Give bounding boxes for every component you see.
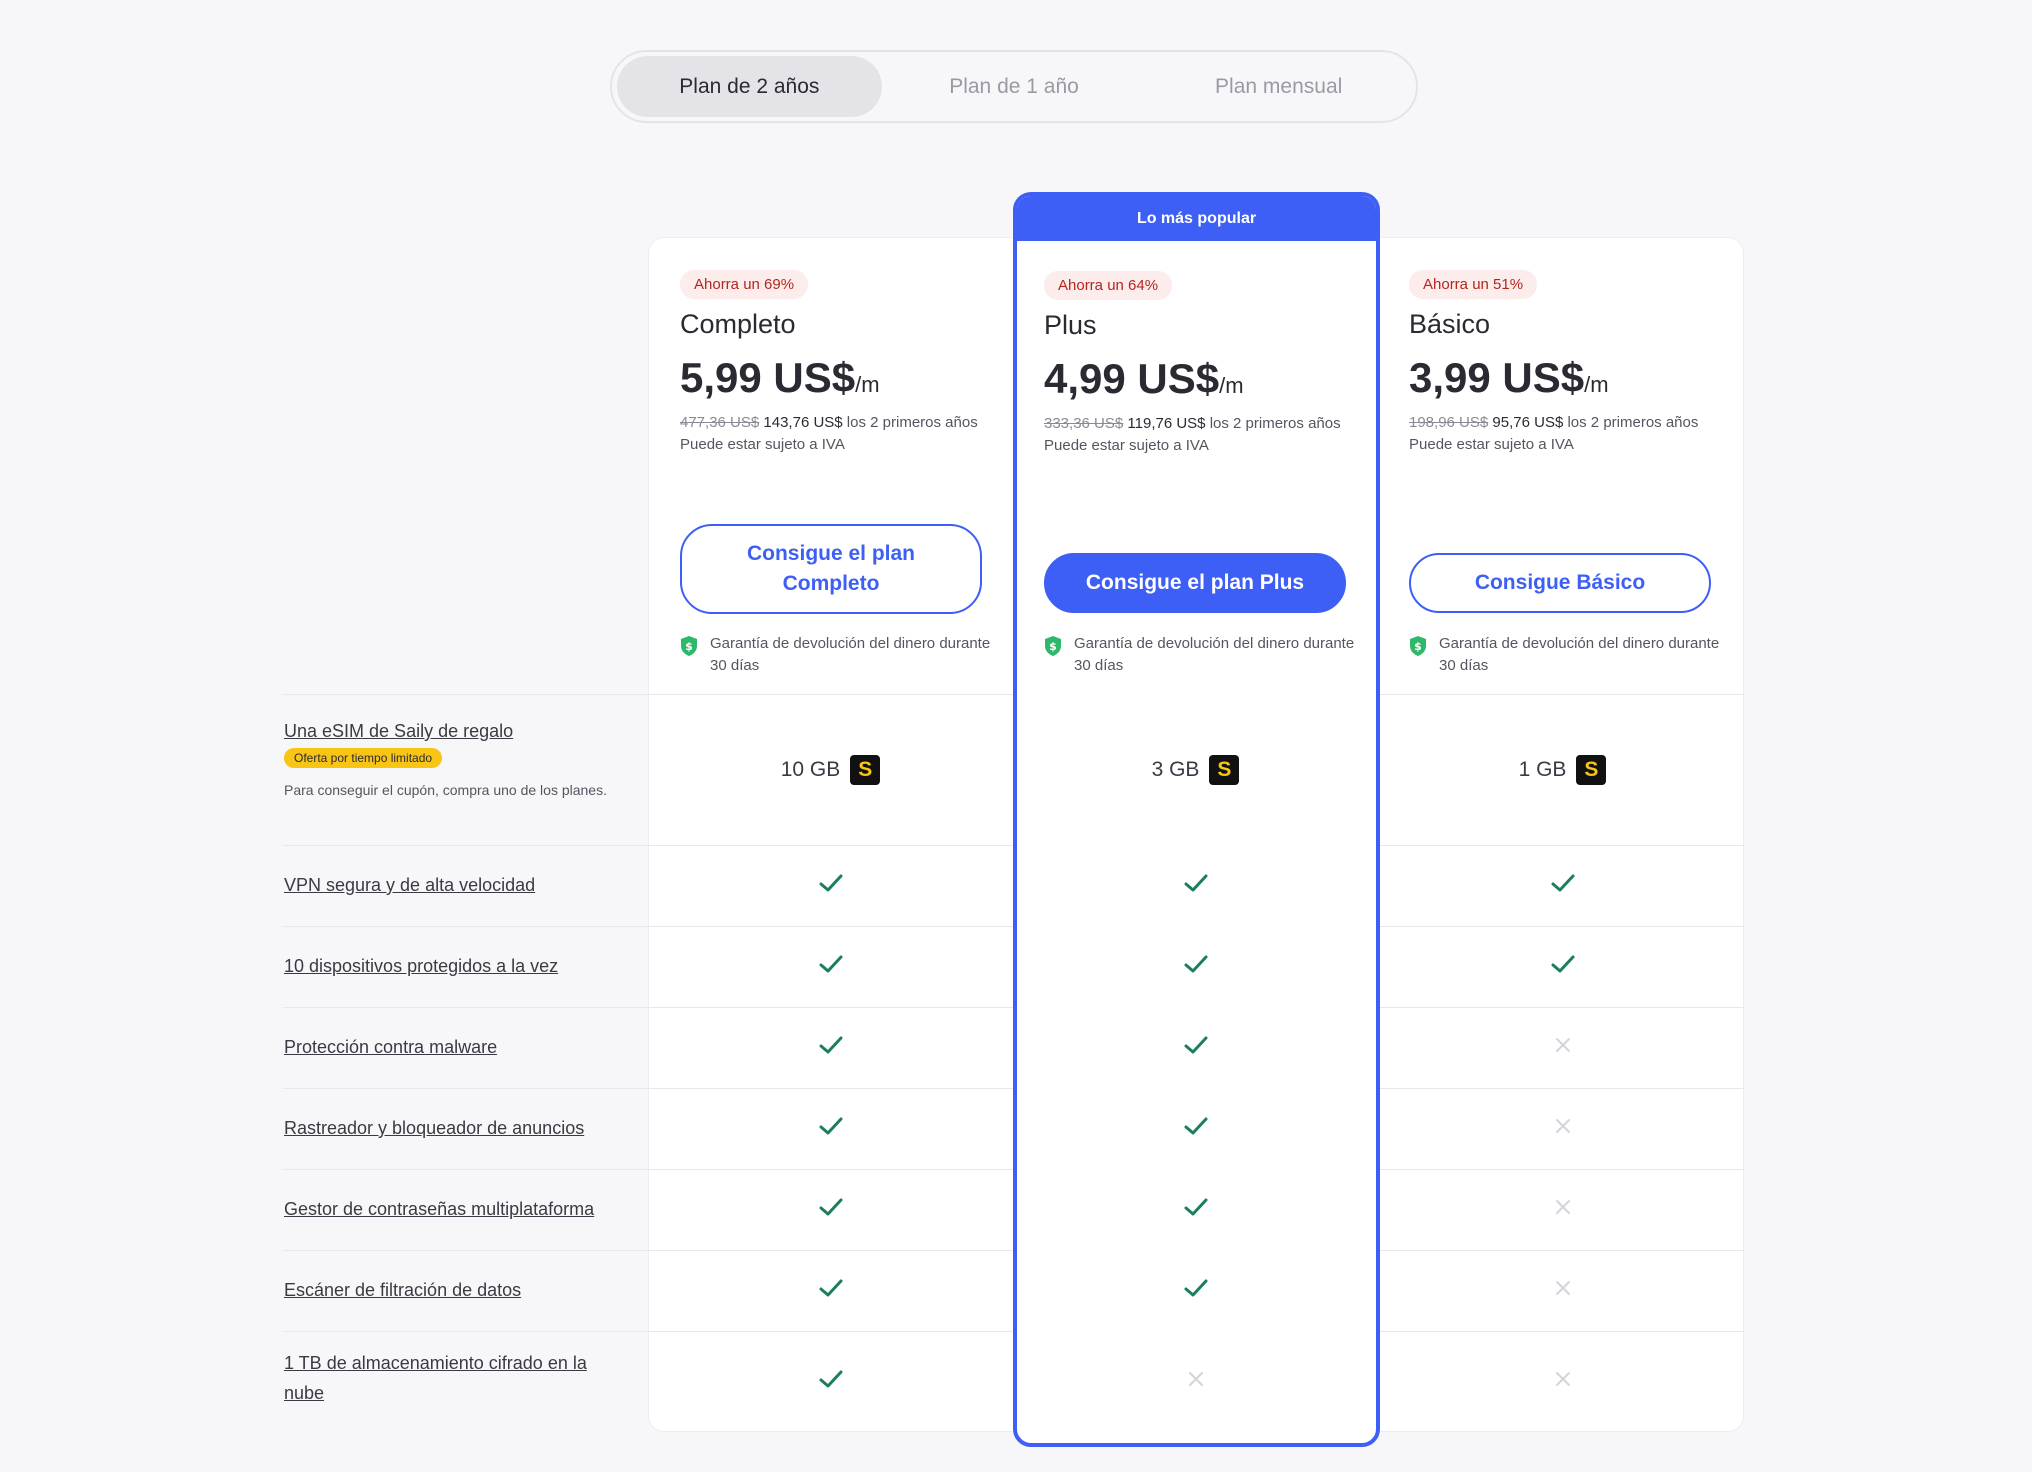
money-back-guarantee: $ Garantía de devolución del dinero dura… bbox=[680, 633, 993, 677]
plan-price: 3,99 US$/m bbox=[1409, 354, 1609, 401]
feature-cell-basico bbox=[1380, 1007, 1745, 1088]
vat-note: Puede estar sujeto a IVA bbox=[1409, 436, 1574, 453]
tab-1-year[interactable]: Plan de 1 año bbox=[882, 56, 1147, 117]
shield-dollar-icon: $ bbox=[1409, 635, 1427, 664]
feature-cell-basico bbox=[1380, 845, 1745, 926]
feature-cell-plus bbox=[1013, 845, 1378, 926]
esim-cell-basico: 1 GB S bbox=[1380, 695, 1745, 845]
get-plus-button[interactable]: Consigue el plan Plus bbox=[1044, 553, 1346, 613]
plan-name: Básico bbox=[1409, 309, 1491, 339]
feature-cell-plus bbox=[1013, 1007, 1378, 1088]
cross-icon bbox=[1555, 1371, 1571, 1392]
discount-badge: Ahorra un 64% bbox=[1044, 271, 1173, 300]
old-price: 198,96 US$ bbox=[1409, 414, 1489, 431]
feature-label[interactable]: 10 dispositivos protegidos a la vez bbox=[284, 951, 624, 981]
check-icon bbox=[818, 1368, 844, 1395]
feature-cell-completo bbox=[648, 1250, 1013, 1331]
money-back-guarantee: $ Garantía de devolución del dinero dura… bbox=[1409, 633, 1723, 677]
feature-label-esim[interactable]: Una eSIM de Saily de regalo bbox=[284, 716, 624, 746]
new-price: 119,76 US$ bbox=[1127, 415, 1206, 432]
plan-price: 5,99 US$/m bbox=[680, 354, 880, 401]
esim-amount: 3 GB bbox=[1151, 758, 1200, 781]
check-icon bbox=[1183, 872, 1209, 899]
feature-cell-completo bbox=[648, 1331, 1013, 1431]
tab-monthly[interactable]: Plan mensual bbox=[1146, 56, 1411, 117]
shield-dollar-icon: $ bbox=[1044, 635, 1062, 664]
check-icon bbox=[1550, 872, 1576, 899]
feature-cell-basico bbox=[1380, 1331, 1745, 1431]
feature-label[interactable]: 1 TB de almacenamiento cifrado en la nub… bbox=[284, 1348, 624, 1408]
feature-cell-plus bbox=[1013, 1088, 1378, 1169]
esim-note: Para conseguir el cupón, compra uno de l… bbox=[284, 782, 607, 798]
feature-cell-plus bbox=[1013, 1169, 1378, 1250]
vat-note: Puede estar sujeto a IVA bbox=[680, 436, 845, 453]
check-icon bbox=[818, 1034, 844, 1061]
esim-amount: 10 GB bbox=[780, 758, 841, 781]
feature-label[interactable]: VPN segura y de alta velocidad bbox=[284, 870, 624, 900]
saily-logo-icon: S bbox=[1209, 755, 1240, 785]
saily-logo-icon: S bbox=[850, 755, 881, 785]
feature-cell-basico bbox=[1380, 926, 1745, 1007]
billing-period-toggle: Plan de 2 años Plan de 1 año Plan mensua… bbox=[610, 50, 1418, 123]
check-icon bbox=[1183, 1277, 1209, 1304]
plan-price: 4,99 US$/m bbox=[1044, 355, 1244, 402]
feature-cell-basico bbox=[1380, 1250, 1745, 1331]
check-icon bbox=[1183, 1034, 1209, 1061]
svg-text:$: $ bbox=[1414, 640, 1422, 653]
check-icon bbox=[818, 1115, 844, 1142]
cross-icon bbox=[1555, 1118, 1571, 1139]
feature-cell-basico bbox=[1380, 1169, 1745, 1250]
feature-label[interactable]: Gestor de contraseñas multiplataforma bbox=[284, 1194, 624, 1224]
check-icon bbox=[1183, 953, 1209, 980]
vat-note: Puede estar sujeto a IVA bbox=[1044, 437, 1209, 454]
get-completo-button[interactable]: Consigue el plan Completo bbox=[680, 524, 982, 614]
old-price: 333,36 US$ bbox=[1044, 415, 1124, 432]
esim-cell-plus: 3 GB S bbox=[1013, 695, 1378, 845]
feature-cell-completo bbox=[648, 845, 1013, 926]
new-price: 95,76 US$ bbox=[1492, 414, 1564, 431]
saily-logo-icon: S bbox=[1576, 755, 1607, 785]
check-icon bbox=[818, 1196, 844, 1223]
svg-text:$: $ bbox=[1049, 640, 1057, 653]
esim-amount: 1 GB bbox=[1518, 758, 1567, 781]
svg-text:$: $ bbox=[685, 640, 693, 653]
check-icon bbox=[818, 1277, 844, 1304]
limited-offer-badge: Oferta por tiempo limitado bbox=[284, 748, 443, 768]
esim-cell-completo: 10 GB S bbox=[648, 695, 1013, 845]
plan-name: Completo bbox=[680, 309, 796, 339]
cross-icon bbox=[1188, 1371, 1204, 1392]
check-icon bbox=[818, 872, 844, 899]
feature-label[interactable]: Protección contra malware bbox=[284, 1032, 624, 1062]
discount-badge: Ahorra un 51% bbox=[1409, 270, 1538, 299]
feature-cell-completo bbox=[648, 1007, 1013, 1088]
get-basico-button[interactable]: Consigue Básico bbox=[1409, 553, 1711, 613]
feature-label[interactable]: Escáner de filtración de datos bbox=[284, 1275, 624, 1305]
check-icon bbox=[818, 953, 844, 980]
billing-details: 477,36 US$ 143,76 US$ los 2 primeros año… bbox=[680, 414, 978, 453]
billing-details: 333,36 US$ 119,76 US$ los 2 primeros año… bbox=[1044, 415, 1341, 454]
feature-cell-completo bbox=[648, 926, 1013, 1007]
cross-icon bbox=[1555, 1199, 1571, 1220]
plan-name: Plus bbox=[1044, 310, 1097, 340]
new-price: 143,76 US$ bbox=[763, 414, 843, 431]
feature-cell-plus bbox=[1013, 1250, 1378, 1331]
old-price: 477,36 US$ bbox=[680, 414, 760, 431]
money-back-guarantee: $ Garantía de devolución del dinero dura… bbox=[1044, 633, 1356, 677]
feature-cell-plus bbox=[1013, 1331, 1378, 1431]
feature-label[interactable]: Rastreador y bloqueador de anuncios bbox=[284, 1113, 624, 1143]
discount-badge: Ahorra un 69% bbox=[680, 270, 809, 299]
feature-cell-plus bbox=[1013, 926, 1378, 1007]
feature-cell-basico bbox=[1380, 1088, 1745, 1169]
check-icon bbox=[1183, 1115, 1209, 1142]
tab-2-years[interactable]: Plan de 2 años bbox=[617, 56, 882, 117]
cross-icon bbox=[1555, 1280, 1571, 1301]
most-popular-banner: Lo más popular bbox=[1017, 196, 1376, 241]
billing-details: 198,96 US$ 95,76 US$ los 2 primeros años… bbox=[1409, 414, 1699, 453]
feature-cell-completo bbox=[648, 1169, 1013, 1250]
cross-icon bbox=[1555, 1037, 1571, 1058]
check-icon bbox=[1183, 1196, 1209, 1223]
shield-dollar-icon: $ bbox=[680, 635, 698, 664]
check-icon bbox=[1550, 953, 1576, 980]
feature-cell-completo bbox=[648, 1088, 1013, 1169]
